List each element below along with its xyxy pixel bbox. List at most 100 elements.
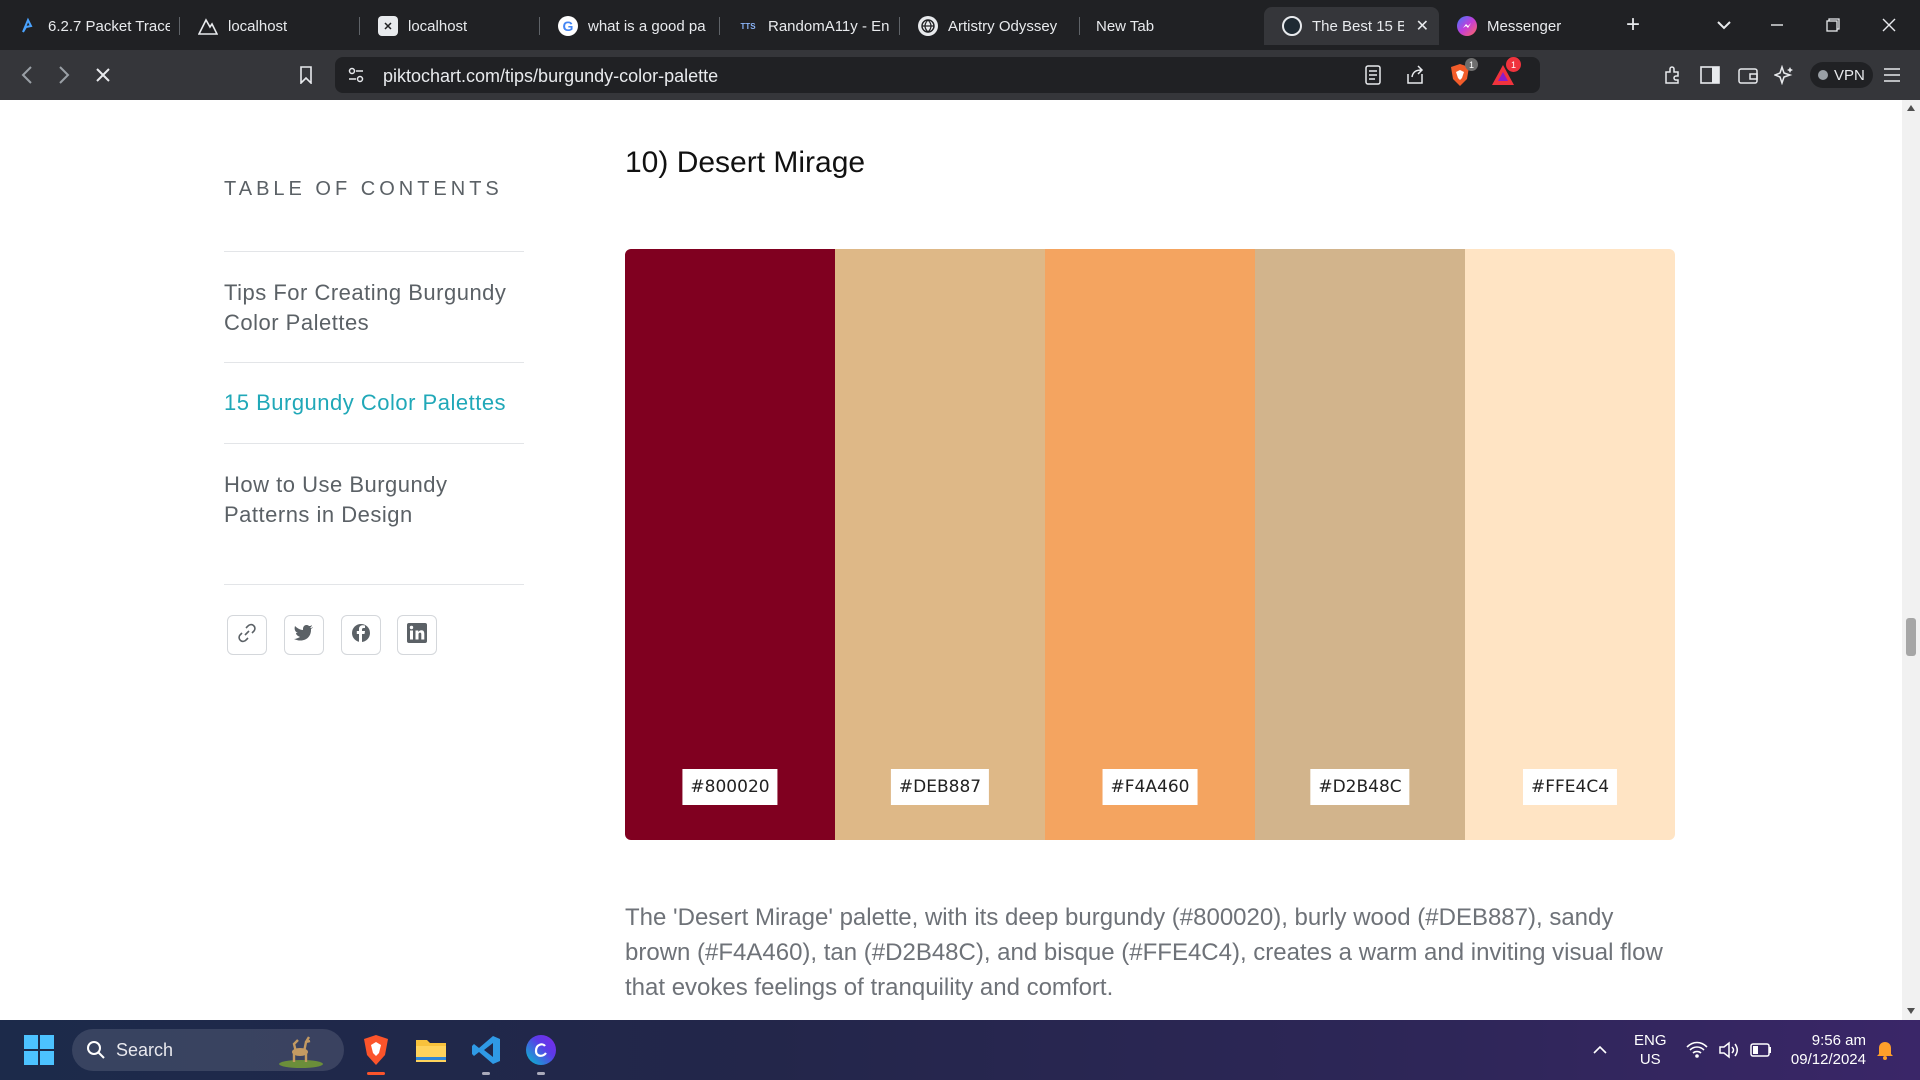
hex-label[interactable]: #D2B48C [1310, 769, 1410, 805]
site-settings-icon[interactable] [347, 66, 365, 89]
wallet-icon[interactable] [1736, 63, 1760, 87]
tab-title: Artistry Odyssey [948, 17, 1058, 35]
hex-label[interactable]: #DEB887 [890, 769, 990, 805]
browser-tab[interactable]: TTS RandomA11y - En [720, 7, 900, 45]
close-icon[interactable]: ✕ [1408, 16, 1429, 36]
taskbar: Search ENG US 9:56 am 09/12/2024 [0, 1020, 1920, 1080]
piktochart-icon [1282, 16, 1302, 36]
time-label: 9:56 am [1811, 1032, 1866, 1049]
bookmark-icon[interactable] [294, 63, 318, 87]
tray-overflow-button[interactable] [1592, 1020, 1608, 1080]
browser-toolbar: piktochart.com/tips/burgundy-color-palet… [0, 50, 1920, 100]
taskbar-search[interactable]: Search [72, 1029, 344, 1071]
close-window-button[interactable] [1882, 0, 1896, 50]
xampp-icon: ✕ [378, 16, 398, 36]
twitter-icon [294, 624, 314, 647]
leo-ai-icon[interactable] [1772, 63, 1796, 87]
scroll-thumb[interactable] [1906, 618, 1916, 656]
browser-tab[interactable]: New Tab [1080, 7, 1260, 45]
divider [224, 584, 524, 585]
toc-item-palettes[interactable]: 15 Burgundy Color Palettes [224, 388, 534, 418]
color-palette: #800020 #DEB887 #F4A460 #D2B48C #FFE4C4 [625, 249, 1675, 840]
battery-icon [1750, 1043, 1771, 1057]
forward-button[interactable] [52, 63, 76, 87]
browser-tab[interactable]: Artistry Odyssey [900, 7, 1080, 45]
stop-loading-button[interactable] [91, 63, 115, 87]
shields-badge: 1 [1465, 58, 1478, 71]
taskbar-file-explorer[interactable] [411, 1030, 451, 1070]
link-icon [237, 623, 257, 648]
taskbar-canva[interactable] [521, 1030, 561, 1075]
rewards-badge: 1 [1506, 57, 1521, 72]
taskbar-brave[interactable] [356, 1030, 396, 1075]
url-text[interactable]: piktochart.com/tips/burgundy-color-palet… [383, 66, 718, 87]
bell-icon [1877, 1042, 1893, 1060]
region-label: US [1639, 1051, 1661, 1068]
restore-button[interactable] [1826, 0, 1840, 50]
copy-link-button[interactable] [227, 615, 267, 655]
toc-item-tips[interactable]: Tips For Creating Burgundy Color Palette… [224, 278, 534, 338]
wifi-icon [1686, 1041, 1708, 1058]
browser-tab[interactable]: 6.2.7 Packet Trace [0, 7, 180, 45]
color-swatch: #FFE4C4 [1465, 249, 1675, 840]
language-label: ENG [1634, 1032, 1667, 1049]
browser-tab[interactable]: Messenger [1439, 7, 1619, 45]
scroll-down-icon[interactable] [1907, 1008, 1915, 1014]
search-placeholder: Search [116, 1039, 174, 1060]
taskbar-vscode[interactable] [466, 1030, 506, 1075]
share-icon[interactable] [1405, 65, 1425, 90]
reader-mode-icon[interactable] [1365, 65, 1381, 90]
chevron-up-icon [1593, 1045, 1607, 1054]
packet-tracer-icon [18, 16, 38, 36]
language-indicator[interactable]: ENG US [1634, 1020, 1667, 1080]
messenger-icon [1457, 16, 1477, 36]
date-label: 09/12/2024 [1790, 1051, 1866, 1068]
hex-label[interactable]: #FFE4C4 [1522, 769, 1618, 805]
notifications-button[interactable] [1876, 1020, 1894, 1080]
color-swatch: #800020 [625, 249, 835, 840]
toc-item-patterns[interactable]: How to Use Burgundy Patterns in Design [224, 470, 534, 530]
tab-title: New Tab [1096, 17, 1155, 35]
new-tab-button[interactable]: + [1626, 0, 1640, 50]
browser-tab[interactable]: G what is a good pa [540, 7, 720, 45]
page-scrollbar[interactable] [1902, 100, 1920, 1020]
scroll-up-icon[interactable] [1907, 105, 1915, 111]
share-facebook-button[interactable] [341, 615, 381, 655]
vpn-label: VPN [1834, 66, 1865, 84]
color-swatch: #F4A460 [1045, 249, 1255, 840]
back-button[interactable] [15, 63, 39, 87]
browser-tab[interactable]: ✕ localhost [360, 7, 540, 45]
hex-label[interactable]: #F4A460 [1102, 769, 1198, 805]
tab-title: 6.2.7 Packet Trace [48, 17, 170, 35]
file-explorer-icon [416, 1040, 446, 1062]
vpn-button[interactable]: VPN [1810, 62, 1873, 88]
address-bar[interactable]: piktochart.com/tips/burgundy-color-palet… [335, 57, 1540, 93]
vscode-icon [472, 1036, 500, 1064]
canva-icon [526, 1035, 556, 1065]
browser-tab[interactable]: localhost [180, 7, 360, 45]
section-title: 10) Desert Mirage [625, 146, 866, 179]
browser-tab-active[interactable]: The Best 15 B ✕ [1264, 7, 1439, 45]
windows-icon [24, 1035, 54, 1065]
brave-icon [364, 1035, 388, 1065]
menu-icon[interactable] [1880, 63, 1904, 87]
start-button[interactable] [24, 1035, 54, 1070]
color-swatch: #D2B48C [1255, 249, 1465, 840]
hex-label[interactable]: #800020 [682, 769, 778, 805]
palette-description: The 'Desert Mirage' palette, with its de… [625, 904, 1663, 1001]
vpn-status-icon [1818, 70, 1828, 80]
running-indicator [482, 1072, 490, 1075]
share-linkedin-button[interactable] [397, 615, 437, 655]
minimize-button[interactable] [1770, 0, 1784, 50]
share-twitter-button[interactable] [284, 615, 324, 655]
extensions-icon[interactable] [1661, 63, 1685, 87]
clock[interactable]: 9:56 am 09/12/2024 [1786, 1020, 1866, 1080]
google-icon: G [558, 16, 578, 36]
search-icon [86, 1040, 106, 1060]
divider [224, 443, 524, 444]
sidebar-icon[interactable] [1698, 63, 1722, 87]
tab-search-button[interactable] [1716, 0, 1732, 50]
running-indicator [537, 1072, 545, 1075]
tab-title: localhost [408, 17, 468, 35]
system-tray-icons[interactable] [1686, 1020, 1772, 1080]
